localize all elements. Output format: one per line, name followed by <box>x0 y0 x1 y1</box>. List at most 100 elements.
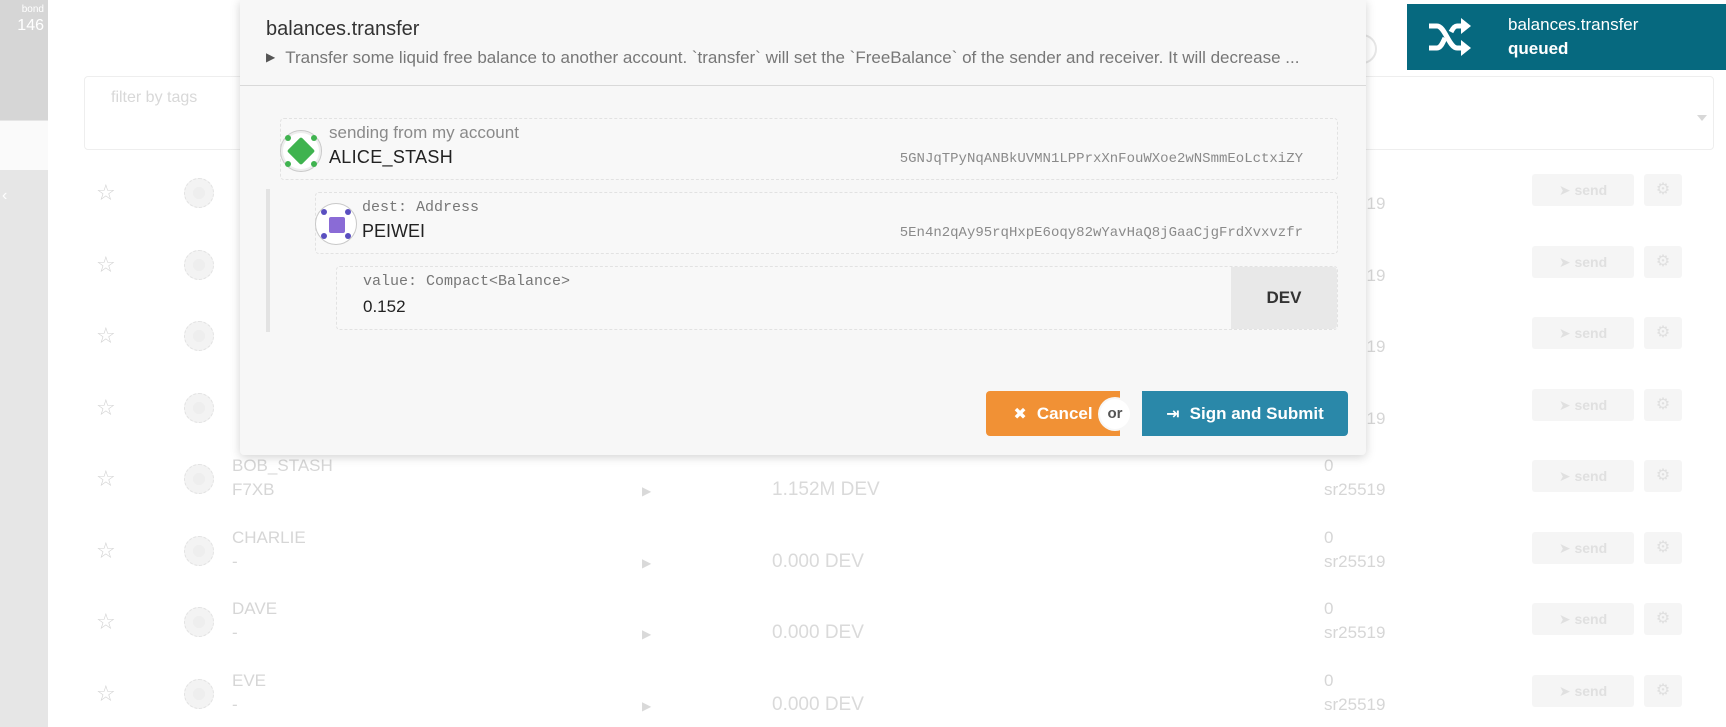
send-button[interactable]: ➤ send <box>1532 388 1634 421</box>
avatar[interactable] <box>184 535 214 566</box>
send-button[interactable]: ➤ send <box>1532 245 1634 278</box>
account-nonce: 0 <box>1324 599 1334 618</box>
left-sidebar: bond 146 ‹ <box>0 0 48 727</box>
sign-in-icon: ⇥ <box>1166 406 1180 423</box>
sidebar-item-active[interactable] <box>0 121 48 170</box>
or-separator: or <box>1100 399 1130 429</box>
dest-address: 5En4n2qAy95rqHxpE6oqy82wYavHaQ8jGaaCjgFr… <box>899 225 1303 241</box>
sender-account-field: sending from my account ALICE_STASH 5GNJ… <box>280 118 1338 180</box>
extrinsic-description[interactable]: ▶ Transfer some liquid free balance to an… <box>266 48 1346 68</box>
send-label: send <box>1574 539 1608 556</box>
gear-icon[interactable]: ⚙ <box>1644 531 1682 564</box>
gear-icon[interactable]: ⚙ <box>1644 174 1682 206</box>
account-balance: 0.000 DEV <box>772 550 864 572</box>
status-toast[interactable]: balances.transfer queued <box>1407 4 1726 70</box>
chevron-down-icon[interactable] <box>1697 115 1707 121</box>
send-button[interactable]: ➤ send <box>1532 317 1634 349</box>
avatar[interactable] <box>184 249 214 280</box>
avatar[interactable] <box>184 392 214 423</box>
sender-label: sending from my account <box>329 123 519 142</box>
send-button[interactable]: ➤ send <box>1532 603 1634 635</box>
avatar[interactable] <box>184 178 214 208</box>
sidebar-block-info: bond 146 <box>0 0 48 120</box>
account-nonce: 0 <box>1324 670 1334 690</box>
star-icon[interactable]: ☆ <box>96 681 116 707</box>
dest-label: dest: Address <box>362 199 480 216</box>
transfer-modal: balances.transfer ▶ Transfer some liquid … <box>240 0 1366 455</box>
account-balance: 1.152M DEV <box>772 479 880 500</box>
account-nonce: 0 <box>1324 456 1334 475</box>
star-icon[interactable]: ☆ <box>96 323 116 349</box>
description-text: Transfer some liquid free balance to ano… <box>285 48 1300 67</box>
expand-triangle-icon[interactable]: ▶ <box>642 556 651 570</box>
table-row: ☆ DAVE - ▶ 0.000 DEV 0 sr25519 ➤ send ⚙ <box>84 587 1714 659</box>
send-button[interactable]: ➤ send <box>1532 460 1634 492</box>
account-crypto-type: sr25519 <box>1324 551 1386 571</box>
avatar[interactable] <box>184 607 214 637</box>
block-label: bond <box>21 4 44 15</box>
send-label: send <box>1574 325 1608 341</box>
gear-icon[interactable]: ⚙ <box>1644 674 1682 707</box>
star-icon[interactable]: ☆ <box>96 180 116 206</box>
avatar[interactable] <box>184 464 214 494</box>
collapse-icon[interactable]: ‹ <box>0 187 7 205</box>
modal-header: balances.transfer ▶ Transfer some liquid … <box>240 0 1366 86</box>
sender-address: 5GNJqTPyNqANBkUVMN1LPPrxXnFouWXoe2wNSmmE… <box>899 151 1303 167</box>
identicon-dot <box>311 161 317 167</box>
table-row: ☆ EVE - ▶ 0.000 DEV 0 sr25519 ➤ send ⚙ <box>84 659 1714 727</box>
avatar[interactable] <box>184 678 214 709</box>
shuffle-icon <box>1429 18 1471 56</box>
sign-and-submit-button[interactable]: ⇥ Sign and Submit <box>1142 391 1348 436</box>
gear-icon[interactable]: ⚙ <box>1644 460 1682 492</box>
paper-plane-icon: ➤ <box>1558 611 1571 627</box>
identicon-dot <box>285 135 291 141</box>
expand-triangle-icon[interactable]: ▶ <box>642 484 651 498</box>
send-button[interactable]: ➤ send <box>1532 174 1634 206</box>
identicon-dot <box>285 161 291 167</box>
expand-triangle-icon[interactable]: ▶ <box>266 50 275 64</box>
expand-triangle-icon[interactable]: ▶ <box>642 699 651 713</box>
star-icon[interactable]: ☆ <box>96 538 116 564</box>
paper-plane-icon: ➤ <box>1558 682 1571 699</box>
send-button[interactable]: ➤ send <box>1532 674 1634 707</box>
account-address: - <box>232 551 238 571</box>
star-icon[interactable]: ☆ <box>96 466 116 492</box>
dest-address-field[interactable]: dest: Address PEIWEI 5En4n2qAy95rqHxpE6o… <box>315 192 1338 254</box>
value-amount[interactable]: 0.152 <box>363 297 406 317</box>
dest-avatar[interactable] <box>315 203 357 245</box>
value-input[interactable]: value: Compact<Balance> 0.152 DEV <box>336 266 1338 330</box>
dest-name: PEIWEI <box>362 221 426 241</box>
toast-title: balances.transfer <box>1508 15 1639 34</box>
account-name: EVE <box>232 670 267 690</box>
account-crypto-type: sr25519 <box>1324 623 1386 642</box>
gear-icon[interactable]: ⚙ <box>1644 603 1682 635</box>
paper-plane-icon: ➤ <box>1558 325 1571 341</box>
identicon-shape <box>329 217 345 233</box>
value-unit[interactable]: DEV <box>1231 267 1337 329</box>
account-nonce: 0 <box>1324 527 1334 547</box>
paper-plane-icon: ➤ <box>1558 253 1571 270</box>
gear-icon[interactable]: ⚙ <box>1644 388 1682 421</box>
send-label: send <box>1574 182 1608 198</box>
gear-icon[interactable]: ⚙ <box>1644 317 1682 349</box>
sender-avatar[interactable] <box>280 130 322 172</box>
star-icon[interactable]: ☆ <box>96 395 116 421</box>
gear-icon[interactable]: ⚙ <box>1644 245 1682 278</box>
send-label: send <box>1574 682 1608 699</box>
star-icon[interactable]: ☆ <box>96 252 116 278</box>
paper-plane-icon: ➤ <box>1558 182 1571 198</box>
close-icon: ✖ <box>1013 406 1027 423</box>
send-button[interactable]: ➤ send <box>1532 531 1634 564</box>
star-icon[interactable]: ☆ <box>96 609 116 635</box>
avatar[interactable] <box>184 321 214 351</box>
send-label: send <box>1574 611 1608 627</box>
account-crypto-type: sr25519 <box>1324 480 1386 499</box>
account-crypto-type: sr25519 <box>1324 694 1386 714</box>
send-label: send <box>1574 396 1608 413</box>
tag-filter-placeholder: filter by tags <box>111 89 198 106</box>
modal-title: balances.transfer <box>266 18 420 40</box>
identicon-dot <box>311 135 317 141</box>
identicon-dot <box>321 233 327 239</box>
paper-plane-icon: ➤ <box>1558 468 1571 484</box>
expand-triangle-icon[interactable]: ▶ <box>642 627 651 641</box>
